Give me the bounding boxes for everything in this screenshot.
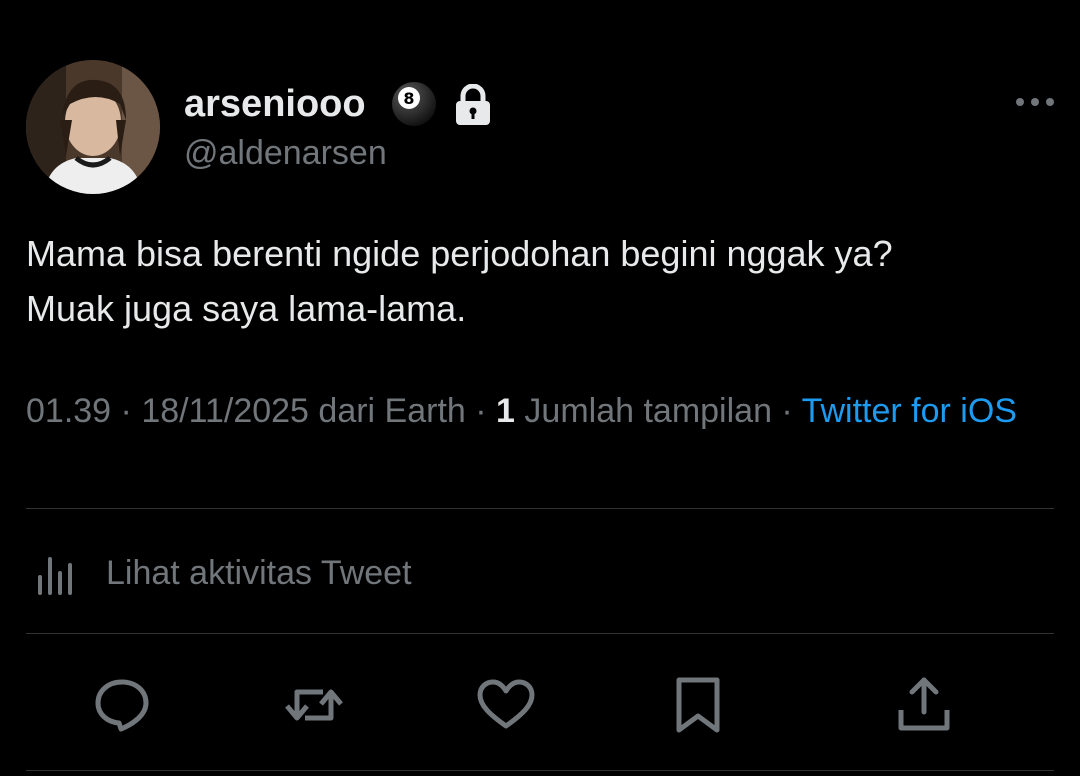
reply-icon [95,679,149,732]
retweet-icon [285,689,343,721]
tweet-text: Mama bisa berenti ngide perjodohan begin… [26,226,1056,336]
tweet-text-line: Muak juga saya lama-lama. [26,288,467,329]
tweet-meta: 01.39 · 18/11/2025 dari Earth · 1 Jumlah… [26,388,1056,434]
share-button[interactable] [893,674,955,736]
like-icon [477,679,535,729]
tweet-time[interactable]: 01.39 [26,392,111,430]
retweet-button[interactable] [283,674,345,736]
share-icon [898,677,950,731]
user-handle[interactable]: @aldenarsen [184,130,387,176]
lock-icon [453,83,493,126]
avatar[interactable] [26,60,160,194]
views-count: 1 [496,392,515,430]
display-name[interactable]: arseniooo [184,80,366,128]
separator: · [465,392,497,430]
divider [26,770,1054,771]
separator: · [111,392,142,430]
svg-text:8: 8 [403,89,414,108]
views-label: Jumlah tampilan [514,392,772,430]
tweet-location: dari Earth [308,392,466,430]
divider [26,633,1054,634]
source-link[interactable]: Twitter for iOS [802,392,1017,430]
separator: · [771,392,802,430]
bookmark-button[interactable] [667,674,729,736]
divider [26,508,1054,509]
analytics-icon [34,549,84,597]
8-ball-icon: 8 [390,80,438,128]
tweet-date[interactable]: 18/11/2025 [141,392,309,430]
more-options-icon[interactable] [1012,92,1058,112]
tweet-activity-button[interactable]: Lihat aktivitas Tweet [34,548,412,598]
tweet-text-line: Mama bisa berenti ngide perjodohan begin… [26,233,893,274]
reply-button[interactable] [91,674,153,736]
activity-label: Lihat aktivitas Tweet [106,553,412,592]
like-button[interactable] [475,674,537,736]
bookmark-icon [676,677,720,733]
